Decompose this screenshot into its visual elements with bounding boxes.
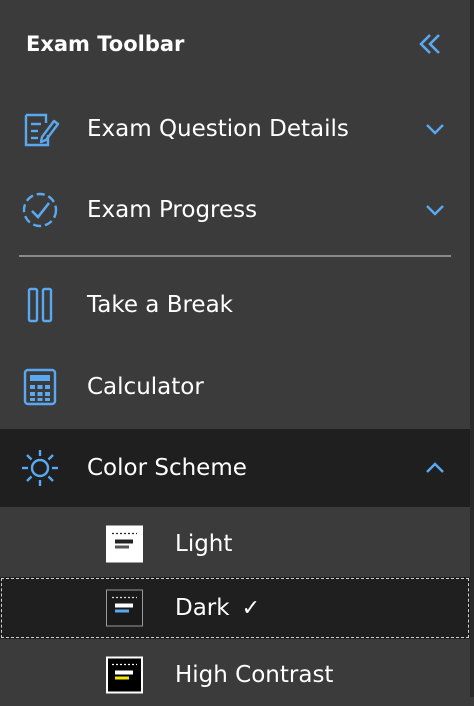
dark-option-text: Dark: [175, 595, 230, 621]
exam-question-details-item[interactable]: Exam Question Details: [0, 90, 470, 168]
checkmark-icon: ✓: [241, 596, 261, 621]
color-scheme-label: Color Scheme: [87, 455, 247, 481]
color-scheme-item[interactable]: Color Scheme: [0, 429, 470, 507]
color-scheme-option-dark[interactable]: Dark ✓: [0, 577, 470, 639]
take-a-break-item[interactable]: Take a Break: [0, 266, 470, 344]
take-a-break-label: Take a Break: [87, 292, 233, 318]
exam-progress-item[interactable]: Exam Progress: [0, 171, 470, 249]
section-divider: [19, 255, 451, 257]
pause-icon: [27, 287, 53, 323]
toolbar-title: Exam Toolbar: [26, 32, 185, 56]
light-option-label: Light: [175, 531, 233, 557]
chevron-down-icon: [426, 205, 444, 216]
edit-document-icon: [24, 113, 60, 147]
chevron-up-icon: [426, 462, 444, 473]
collapse-toolbar-button[interactable]: [416, 30, 444, 58]
calculator-label: Calculator: [87, 374, 204, 400]
sun-icon: [22, 450, 58, 486]
high-contrast-option-label: High Contrast: [175, 662, 334, 688]
exam-question-details-label: Exam Question Details: [87, 116, 349, 142]
progress-circle-check-icon: [22, 192, 58, 228]
light-theme-thumbnail-icon: [106, 525, 143, 563]
toolbar-header: Exam Toolbar: [0, 0, 470, 90]
double-chevron-left-icon: [419, 34, 440, 54]
dark-option-label: Dark ✓: [175, 595, 260, 621]
calculator-item[interactable]: Calculator: [0, 348, 470, 426]
exam-toolbar-panel: Exam Toolbar Exam Question Details Exam …: [0, 0, 470, 697]
chevron-down-icon: [426, 124, 444, 135]
high-contrast-theme-thumbnail-icon: [106, 656, 143, 694]
dark-theme-thumbnail-icon: [106, 589, 143, 627]
panel-right-border: [470, 0, 474, 697]
exam-progress-label: Exam Progress: [87, 197, 258, 223]
calculator-icon: [23, 368, 57, 406]
color-scheme-option-light[interactable]: Light: [0, 513, 470, 575]
